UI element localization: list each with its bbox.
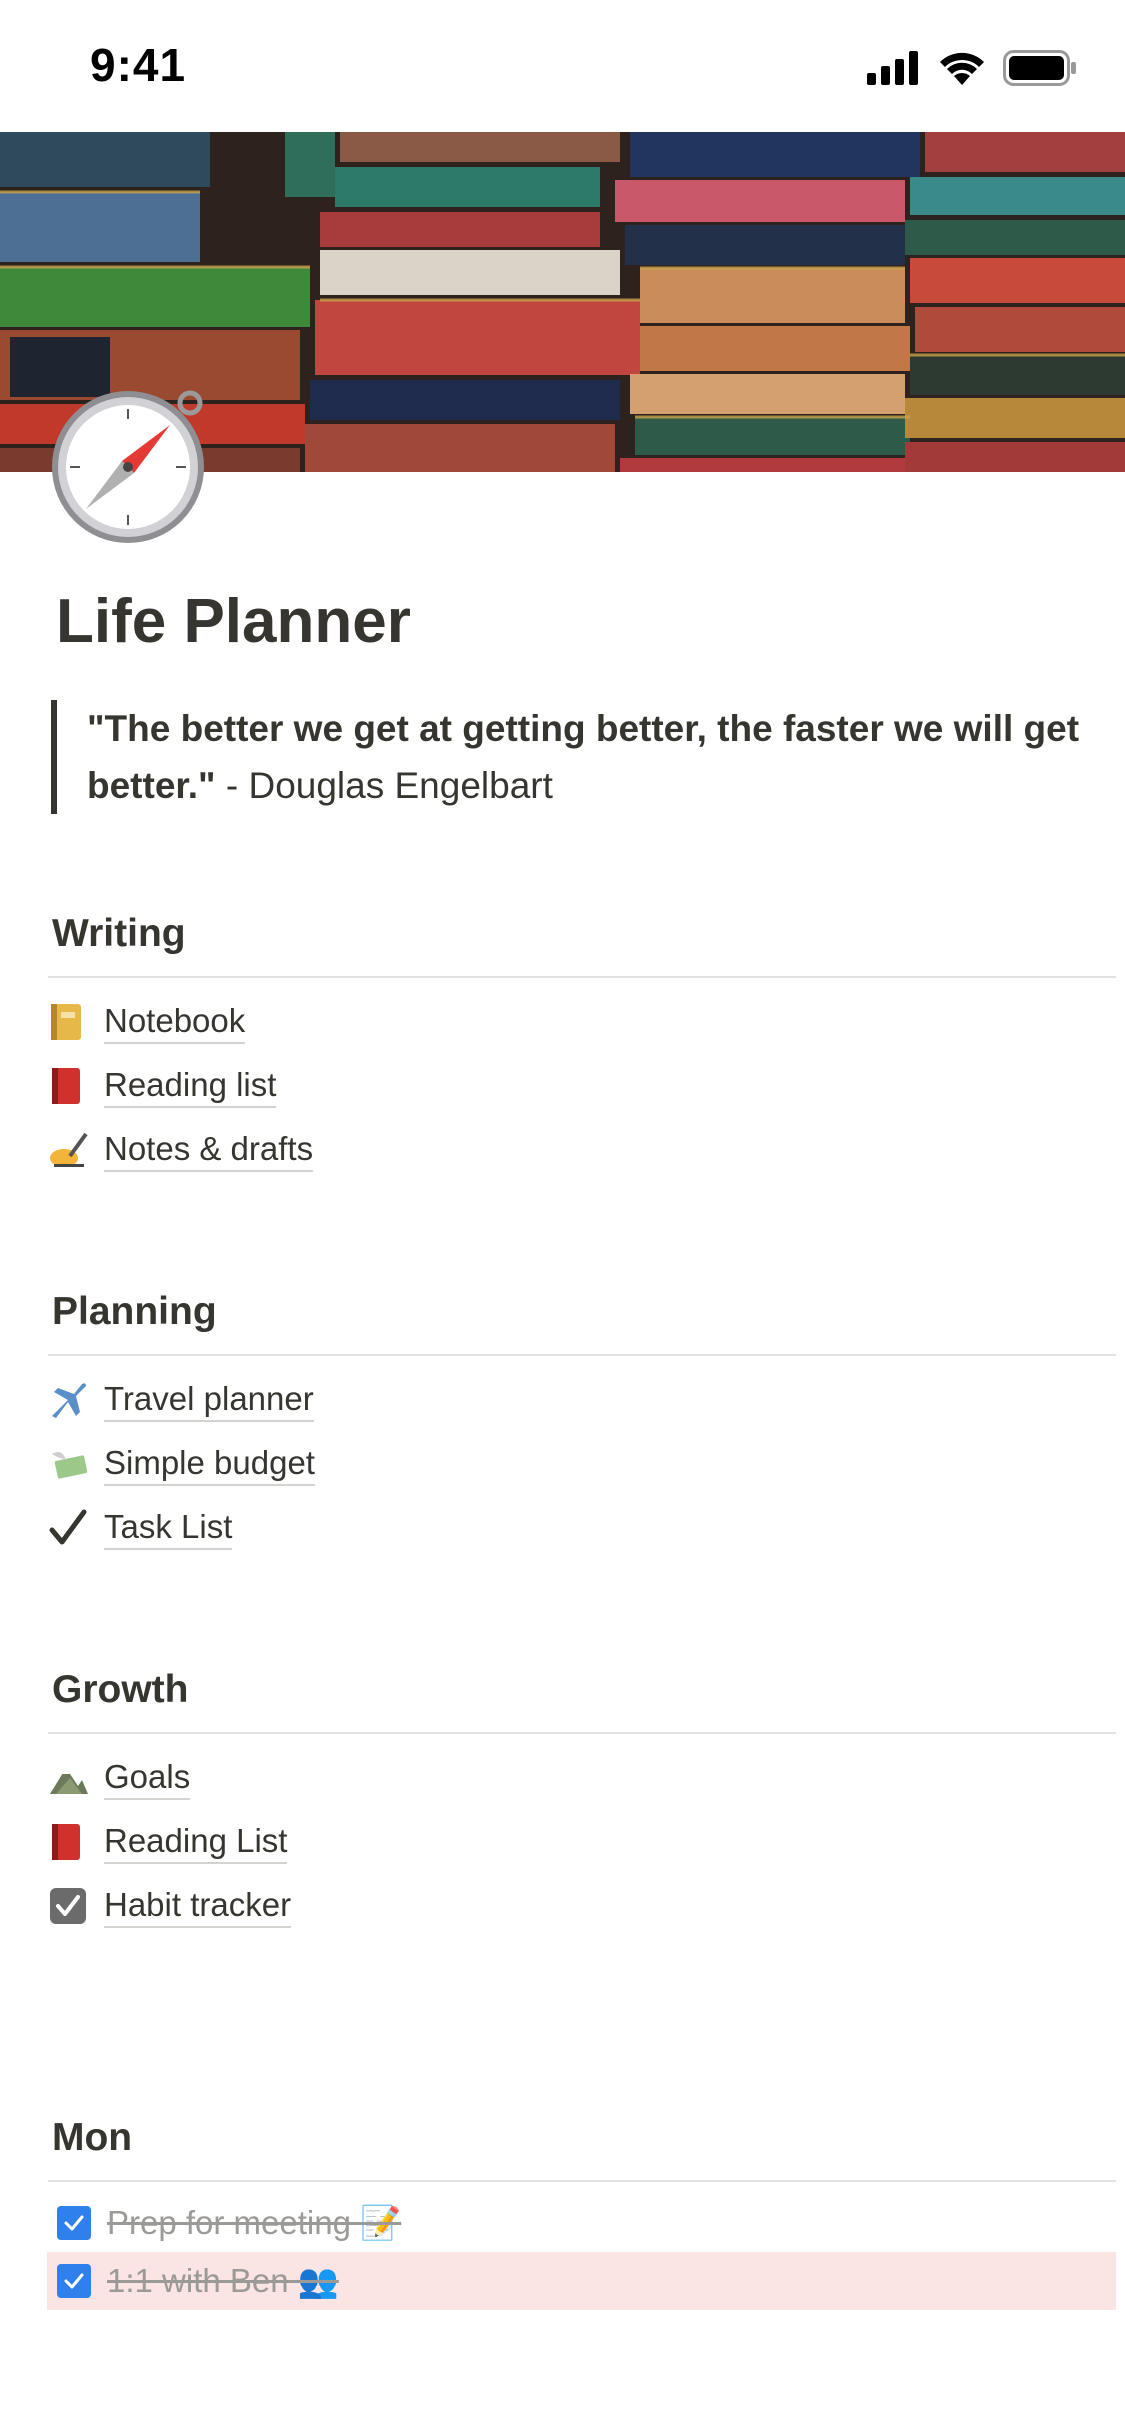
writing-hand-icon bbox=[48, 1130, 104, 1170]
section-planning: Planning Travel planner Simple budget Ta… bbox=[48, 1288, 1116, 1560]
link-task-list[interactable]: Task List bbox=[48, 1496, 1116, 1560]
link-reading-list[interactable]: Reading list bbox=[48, 1054, 1116, 1118]
money-wings-icon bbox=[48, 1444, 104, 1484]
section-heading-planning: Planning bbox=[52, 1290, 217, 1333]
section-heading-mon: Mon bbox=[52, 2116, 133, 2159]
divider bbox=[48, 2180, 1116, 2182]
link-notes-drafts[interactable]: Notes & drafts bbox=[48, 1118, 1116, 1182]
link-label: Notes & drafts bbox=[104, 1129, 314, 1172]
mountain-icon bbox=[48, 1758, 104, 1798]
link-label: Simple budget bbox=[104, 1443, 315, 1486]
section-heading-writing: Writing bbox=[52, 912, 186, 955]
section-writing: Writing Notebook Reading list Notes & dr… bbox=[48, 910, 1116, 1182]
todo-checkbox[interactable] bbox=[57, 2206, 91, 2240]
todo-text[interactable]: 1:1 with Ben 👥 bbox=[107, 2262, 339, 2301]
link-goals[interactable]: Goals bbox=[48, 1746, 1116, 1810]
todo-checkbox[interactable] bbox=[57, 2264, 91, 2298]
link-habit-tracker[interactable]: Habit tracker bbox=[48, 1874, 1116, 1938]
check-icon bbox=[64, 2215, 84, 2231]
page-title: Life Planner bbox=[56, 587, 411, 656]
quote-block: "The better we get at getting better, th… bbox=[51, 700, 1097, 814]
link-label: Reading list bbox=[104, 1065, 277, 1108]
red-book-icon bbox=[48, 1066, 104, 1106]
section-mon: Mon Prep for meeting 📝 1:1 with Ben 👥 bbox=[47, 2114, 1116, 2310]
divider bbox=[48, 976, 1116, 978]
link-travel-planner[interactable]: Travel planner bbox=[48, 1368, 1116, 1432]
link-reading-list-growth[interactable]: Reading List bbox=[48, 1810, 1116, 1874]
link-label: Notebook bbox=[104, 1001, 246, 1044]
notebook-icon bbox=[48, 1002, 104, 1042]
quote-author: - Douglas Engelbart bbox=[215, 765, 553, 806]
divider bbox=[48, 1732, 1116, 1734]
airplane-icon bbox=[48, 1380, 104, 1420]
check-icon bbox=[64, 2273, 84, 2289]
battery-icon bbox=[1003, 50, 1076, 86]
section-heading-growth: Growth bbox=[52, 1668, 189, 1711]
link-notebook[interactable]: Notebook bbox=[48, 990, 1116, 1054]
section-growth: Growth Goals Reading List Habit tracker bbox=[48, 1666, 1116, 1938]
todo-item: 1:1 with Ben 👥 bbox=[47, 2252, 1116, 2310]
todo-text[interactable]: Prep for meeting 📝 bbox=[107, 2204, 401, 2243]
status-icons bbox=[867, 50, 1077, 86]
wifi-icon bbox=[940, 52, 984, 85]
check-mark-icon bbox=[48, 1508, 104, 1548]
link-label: Travel planner bbox=[104, 1379, 314, 1422]
cellular-signal-icon bbox=[867, 51, 918, 85]
status-bar: 9:41 bbox=[0, 0, 1125, 132]
link-label: Goals bbox=[104, 1757, 191, 1800]
link-label: Task List bbox=[104, 1507, 233, 1550]
red-book-icon bbox=[48, 1822, 104, 1862]
link-simple-budget[interactable]: Simple budget bbox=[48, 1432, 1116, 1496]
link-label: Habit tracker bbox=[104, 1885, 292, 1928]
status-time: 9:41 bbox=[90, 39, 187, 91]
checkbox-icon bbox=[48, 1886, 104, 1926]
link-label: Reading List bbox=[104, 1821, 288, 1864]
compass-icon[interactable] bbox=[48, 385, 208, 545]
divider bbox=[48, 1354, 1116, 1356]
todo-item: Prep for meeting 📝 bbox=[47, 2194, 1116, 2252]
